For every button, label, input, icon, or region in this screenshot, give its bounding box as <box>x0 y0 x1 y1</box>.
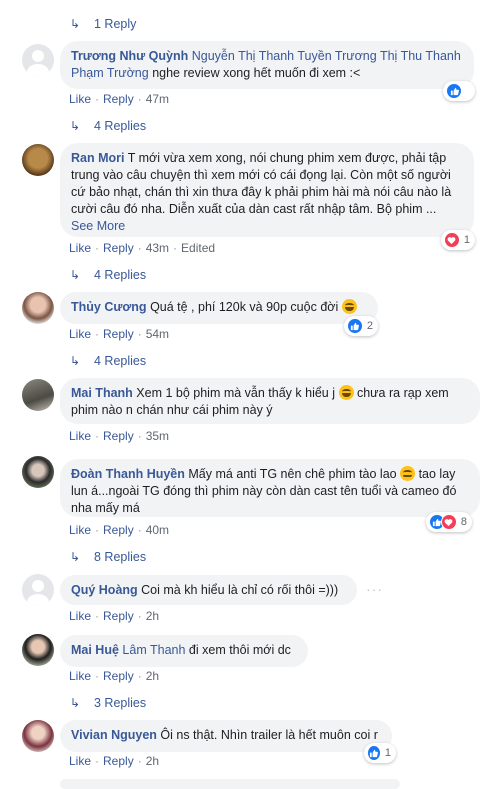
avatar[interactable] <box>22 634 54 666</box>
timestamp[interactable]: 2h <box>146 669 159 683</box>
timestamp[interactable]: 2h <box>146 609 159 623</box>
timestamp[interactable]: 35m <box>146 429 169 443</box>
reaction-count: 8 <box>460 516 467 528</box>
comment-bubble: Quý Hoàng Coi mà kh hiểu là chỉ có rối t… <box>60 575 357 605</box>
love-reaction-icon <box>440 514 457 530</box>
reply-button[interactable]: Reply <box>103 327 134 341</box>
timestamp[interactable]: 40m <box>146 523 169 537</box>
reply-arrow-icon: ↳ <box>70 550 81 564</box>
view-replies-link[interactable]: ↳ 4 Replies <box>70 268 146 282</box>
reaction-summary[interactable]: 1 <box>441 230 475 250</box>
comment-text: Xem 1 bộ phim mà vẫn thấy k hiểu j <box>136 386 336 400</box>
comment-author[interactable]: Mai Thanh <box>71 386 133 400</box>
like-reaction-icon <box>367 745 381 761</box>
comment-text: Mấy má anti TG nên chê phim tào lao <box>188 467 397 481</box>
avatar[interactable] <box>22 379 54 411</box>
like-button[interactable]: Like <box>69 241 91 255</box>
view-replies-link[interactable]: ↳ 4 Replies <box>70 354 146 368</box>
edited-label[interactable]: Edited <box>181 241 215 255</box>
comment-text: đi xem thôi mới dc <box>188 643 291 657</box>
comment-actions: Like · Reply · 2h <box>69 754 160 768</box>
like-reaction-icon <box>446 83 462 99</box>
timestamp[interactable]: 2h <box>146 754 159 768</box>
comment-author[interactable]: Đoàn Thanh Huyền <box>71 467 185 481</box>
comment-actions: Like · Reply · 43m · Edited <box>69 241 216 255</box>
reply-button[interactable]: Reply <box>103 241 134 255</box>
like-button[interactable]: Like <box>69 669 91 683</box>
comment-bubble-partial <box>60 779 400 789</box>
reaction-count: 1 <box>384 747 391 759</box>
comment-actions: Like · Reply · 40m <box>69 523 170 537</box>
comment-text: Quá tệ , phí 120k và 90p cuộc đời <box>150 300 339 314</box>
avatar[interactable] <box>22 144 54 176</box>
comment-bubble: Đoàn Thanh Huyền Mấy má anti TG nên chê … <box>60 459 480 517</box>
reaction-summary[interactable]: 2 <box>344 316 378 336</box>
comment-text: Coi mà kh hiểu là chỉ có rối thôi =))) <box>141 583 339 597</box>
timestamp[interactable]: 47m <box>146 92 169 106</box>
comment-bubble: Mai Thanh Xem 1 bộ phim mà vẫn thấy k hi… <box>60 378 480 424</box>
comment-bubble: Ran Mori T mới vừa xem xong, nói chung p… <box>60 143 474 237</box>
reply-arrow-icon: ↳ <box>70 119 81 133</box>
reply-button[interactable]: Reply <box>103 754 134 768</box>
comment-bubble: Thủy Cương Quá tệ , phí 120k và 90p cuộc… <box>60 292 378 324</box>
reply-arrow-icon: ↳ <box>70 17 81 31</box>
comment-text: T mới vừa xem xong, nói chung phim xem đ… <box>71 151 452 216</box>
comment-actions: Like · Reply · 2h <box>69 609 160 623</box>
comment-bubble: Trương Như Quỳnh Nguyễn Thị Thanh Tuyền … <box>60 41 474 89</box>
reaction-summary[interactable] <box>443 81 475 101</box>
comment-author[interactable]: Mai Huệ <box>71 643 119 657</box>
comment-bubble: Mai Huệ Lâm Thanh đi xem thôi mới dc <box>60 635 308 667</box>
comment-author[interactable]: Thủy Cương <box>71 300 147 314</box>
reaction-summary[interactable]: 1 <box>364 743 396 763</box>
comment-author[interactable]: Vivian Nguyen <box>71 728 157 742</box>
timestamp[interactable]: 54m <box>146 327 169 341</box>
grin-sweat-emoji-icon <box>341 299 357 314</box>
comment-author[interactable]: Ran Mori <box>71 151 124 165</box>
reply-button[interactable]: Reply <box>103 429 134 443</box>
reply-button[interactable]: Reply <box>103 523 134 537</box>
comment-author[interactable]: Trương Như Quỳnh <box>71 49 188 63</box>
avatar[interactable] <box>22 292 54 324</box>
comment-bubble: Vivian Nguyen Ôi ns thật. Nhìn trailer l… <box>60 720 392 752</box>
comment-actions: Like · Reply · 35m <box>69 429 170 443</box>
timestamp[interactable]: 43m <box>146 241 169 255</box>
like-button[interactable]: Like <box>69 523 91 537</box>
like-button[interactable]: Like <box>69 327 91 341</box>
reply-arrow-icon: ↳ <box>70 268 81 282</box>
reaction-count: 2 <box>366 320 373 332</box>
view-replies-link[interactable]: ↳ 3 Replies <box>70 696 146 710</box>
reply-arrow-icon: ↳ <box>70 696 81 710</box>
avatar[interactable] <box>22 720 54 752</box>
view-replies-link[interactable]: ↳ 8 Replies <box>70 550 146 564</box>
reply-arrow-icon: ↳ <box>70 354 81 368</box>
unamused-emoji-icon <box>400 466 416 481</box>
comment-text: Ôi ns thật. Nhìn trailer là hết muôn coi… <box>160 728 378 742</box>
avatar[interactable] <box>22 44 54 76</box>
comment-actions: Like · Reply · 54m <box>69 327 170 341</box>
comment-actions: Like · Reply · 2h <box>69 669 160 683</box>
love-reaction-icon <box>444 232 460 248</box>
like-button[interactable]: Like <box>69 609 91 623</box>
view-replies-link[interactable]: ↳ 4 Replies <box>70 119 146 133</box>
reply-button[interactable]: Reply <box>103 92 134 106</box>
laughing-emoji-icon <box>338 385 354 400</box>
reply-button[interactable]: Reply <box>103 609 134 623</box>
avatar[interactable] <box>22 456 54 488</box>
reply-button[interactable]: Reply <box>103 669 134 683</box>
reaction-summary[interactable]: 8 <box>426 512 472 532</box>
like-button[interactable]: Like <box>69 429 91 443</box>
comment-author[interactable]: Quý Hoàng <box>71 583 138 597</box>
reaction-count: 1 <box>463 234 470 246</box>
like-button[interactable]: Like <box>69 754 91 768</box>
tagged-users[interactable]: Lâm Thanh <box>122 643 185 657</box>
avatar[interactable] <box>22 574 54 606</box>
see-more-link[interactable]: See More <box>71 219 125 233</box>
comment-actions: Like · Reply · 47m <box>69 92 170 106</box>
more-options-icon[interactable]: ··· <box>366 581 383 597</box>
view-replies-link[interactable]: ↳ 1 Reply <box>70 17 136 31</box>
like-reaction-icon <box>347 318 363 334</box>
like-button[interactable]: Like <box>69 92 91 106</box>
comment-text: nghe review xong hết muốn đi xem :< <box>152 66 361 80</box>
